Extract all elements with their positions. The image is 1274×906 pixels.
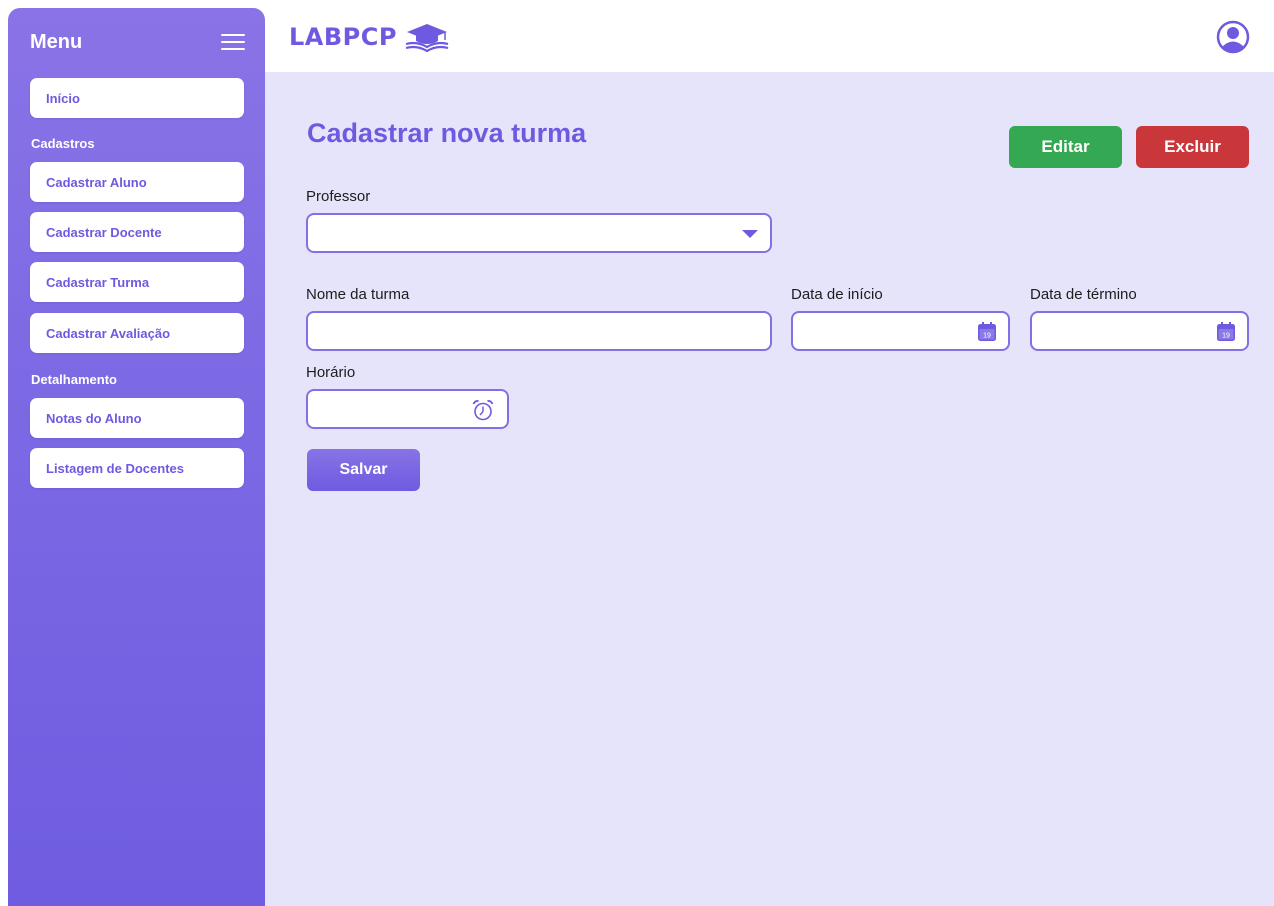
svg-text:19: 19 [983,333,991,340]
sidebar-item-register-student[interactable]: Cadastrar Aluno [30,162,244,202]
professor-label: Professor [306,188,371,205]
time-input[interactable] [306,389,509,429]
start-date-input[interactable]: 19 [791,311,1010,351]
calendar-icon[interactable]: 19 [978,322,996,341]
dropdown-caret-icon[interactable] [742,230,758,238]
sidebar-item-student-grades[interactable]: Notas do Aluno [30,398,244,438]
class-name-label: Nome da turma [306,286,410,303]
logo[interactable]: LABPCP [289,22,451,52]
professor-select[interactable] [306,213,772,253]
page-title: Cadastrar nova turma [307,118,587,148]
start-date-label: Data de início [791,286,883,303]
sidebar-section-register: Cadastros [31,136,95,151]
edit-button[interactable]: Editar [1009,126,1122,168]
class-name-input[interactable] [306,311,772,351]
delete-button[interactable]: Excluir [1136,126,1249,168]
logo-text: LABPCP [289,23,397,51]
main-content: Cadastrar nova turma Editar Excluir Prof… [265,72,1274,906]
save-button[interactable]: Salvar [307,449,420,491]
top-bar: LABPCP [265,0,1274,72]
calendar-icon[interactable]: 19 [1217,322,1235,341]
sidebar-item-home[interactable]: Início [30,78,244,118]
end-date-input[interactable]: 19 [1030,311,1249,351]
svg-text:19: 19 [1222,333,1230,340]
time-label: Horário [306,364,356,381]
hamburger-menu-icon[interactable] [221,32,245,52]
sidebar-item-register-evaluation[interactable]: Cadastrar Avaliação [30,313,244,353]
sidebar-section-detail: Detalhamento [31,372,117,387]
sidebar: Menu Início Cadastros Cadastrar Aluno Ca… [8,8,265,906]
sidebar-item-teacher-list[interactable]: Listagem de Docentes [30,448,244,488]
user-circle-icon[interactable] [1216,20,1250,54]
graduation-cap-book-icon [405,24,449,52]
alarm-clock-icon[interactable] [471,398,495,422]
sidebar-item-register-teacher[interactable]: Cadastrar Docente [30,212,244,252]
sidebar-item-register-class[interactable]: Cadastrar Turma [30,262,244,302]
end-date-label: Data de término [1030,286,1137,303]
sidebar-header: Menu [30,28,245,56]
sidebar-title: Menu [30,30,83,53]
